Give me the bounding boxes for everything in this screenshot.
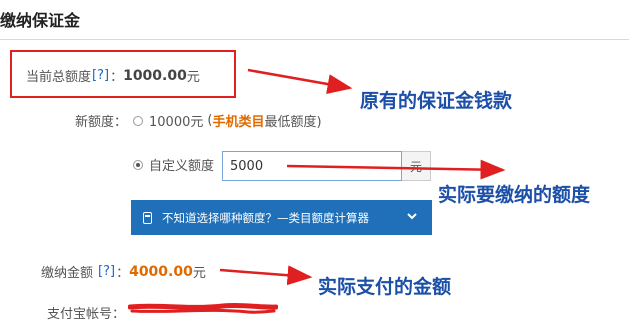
annotation-arrow-quota <box>286 159 506 180</box>
annotation-actual-quota: 实际要缴纳的额度 <box>438 184 591 206</box>
annotation-original-deposit: 原有的保证金钱款 <box>360 90 513 112</box>
annotation-arrow-original <box>247 68 353 94</box>
annotation-arrows <box>219 68 506 286</box>
annotation-actual-paid: 实际支付的金额 <box>318 276 452 298</box>
annotation-arrow-paid <box>219 265 313 286</box>
